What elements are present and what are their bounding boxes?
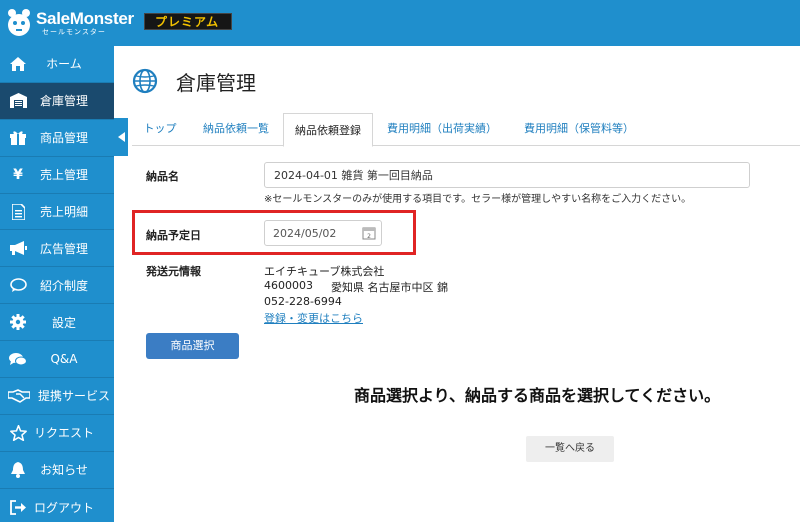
chevron-left-icon [117, 132, 125, 142]
delivery-name-input[interactable] [264, 162, 750, 188]
handshake-icon [8, 387, 30, 405]
sidebar-item-warehouse[interactable]: 倉庫管理 [0, 82, 114, 120]
monster-logo-icon [8, 9, 30, 36]
sidebar-item-label: 広告管理 [39, 241, 88, 256]
sidebar-item-label: 設定 [51, 315, 76, 330]
delivery-name-label: 納品名 [146, 170, 179, 183]
sidebar-item-label: お知らせ [40, 463, 88, 478]
sidebar-item-logout[interactable]: ログアウト [0, 489, 114, 522]
instruction-message: 商品選択より、納品する商品を選択してください。 [354, 386, 721, 405]
sidebar-item-sales-details[interactable]: 売上明細 [0, 194, 114, 231]
sender-address: 愛知県 名古屋市中区 錦 [331, 281, 448, 294]
sidebar-item-faq[interactable]: Q&A [0, 341, 114, 379]
sidebar-item-label: ログアウト [33, 500, 94, 515]
sidebar-item-label: 商品管理 [39, 131, 88, 146]
premium-badge: プレミアム [144, 13, 232, 30]
sidebar-item-sales[interactable]: ¥ 売上管理 [0, 157, 114, 194]
tab-top[interactable]: トップ [138, 112, 182, 146]
sidebar-item-ads[interactable]: 広告管理 [0, 230, 114, 268]
sender-edit-link[interactable]: 登録・変更はこちら [264, 310, 363, 326]
logo-title: SaleMonster [36, 9, 134, 28]
top-header: SaleMonster セールモンスター プレミアム [0, 0, 800, 46]
sender-info-label: 発送元情報 [146, 265, 201, 278]
sidebar-collapse-toggle[interactable] [114, 118, 128, 156]
sidebar-item-label: 提携サービス [38, 389, 111, 404]
sidebar-item-label: 倉庫管理 [39, 94, 88, 109]
sidebar-item-home[interactable]: ホーム [0, 46, 114, 83]
logo-subtitle: セールモンスター [42, 28, 106, 36]
sidebar-item-request[interactable]: リクエスト [0, 415, 114, 452]
sidebar-item-label: ホーム [46, 57, 82, 72]
tab-bar: トップ 納品依頼一覧 納品依頼登録 費用明細（出荷実績） 費用明細（保管料等） [132, 112, 800, 147]
tab-cost-details-shipping[interactable]: 費用明細（出荷実績） [385, 112, 499, 146]
page-header: 倉庫管理 [132, 66, 256, 96]
page-title: 倉庫管理 [176, 70, 256, 95]
sidebar-item-label: リクエスト [33, 426, 94, 441]
sender-zip: 4600003 [264, 279, 313, 292]
sender-phone: 052-228-6994 [264, 295, 342, 308]
logo[interactable]: SaleMonster セールモンスター [6, 6, 134, 40]
calendar-icon[interactable]: 2 [362, 226, 376, 240]
sidebar: ホーム 倉庫管理 商品管理 ¥ 売上管理 売上明細 広告管理 紹介制度 設定 Q… [0, 46, 114, 522]
sidebar-item-label: 売上管理 [39, 168, 88, 183]
sidebar-item-label: Q&A [50, 352, 78, 367]
sidebar-item-partner-services[interactable]: 提携サービス [0, 378, 114, 415]
tab-cost-details-storage[interactable]: 費用明細（保管料等） [518, 112, 640, 146]
sidebar-item-label: 売上明細 [39, 205, 88, 219]
sidebar-item-news[interactable]: お知らせ [0, 452, 114, 489]
sender-company: エイチキューブ株式会社 [264, 265, 385, 278]
tab-delivery-request-list[interactable]: 納品依頼一覧 [194, 112, 278, 146]
sidebar-item-referral[interactable]: 紹介制度 [0, 267, 114, 305]
sidebar-item-settings[interactable]: 設定 [0, 304, 114, 342]
globe-icon [132, 68, 158, 94]
delivery-name-hint: ※セールモンスターのみが使用する項目です。セラー様が管理しやすい名称をご入力くだ… [264, 194, 692, 205]
back-to-list-button[interactable]: 一覧へ戻る [526, 436, 614, 462]
delivery-date-label: 納品予定日 [146, 229, 201, 242]
sidebar-item-products[interactable]: 商品管理 [0, 120, 114, 157]
svg-text:2: 2 [367, 233, 371, 240]
select-products-button[interactable]: 商品選択 [146, 333, 239, 359]
tab-delivery-request-register[interactable]: 納品依頼登録 [283, 113, 373, 147]
sidebar-item-label: 紹介制度 [39, 278, 88, 293]
